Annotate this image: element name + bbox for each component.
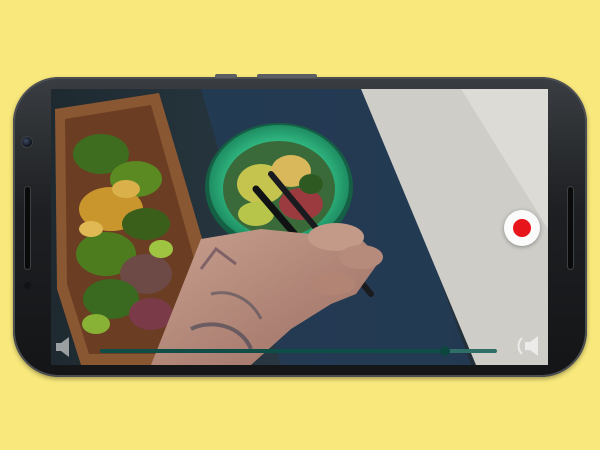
record-icon (513, 219, 531, 237)
volume-rocker (257, 74, 317, 78)
progress-fill (100, 349, 446, 353)
page-background (0, 0, 600, 450)
video-frame (51, 89, 548, 365)
video-screen[interactable] (51, 89, 548, 365)
right-speaker-grille (568, 187, 573, 269)
left-speaker-grille (25, 187, 30, 269)
video-progress-bar[interactable] (100, 346, 497, 356)
speaker-muted-icon[interactable] (516, 333, 544, 359)
record-button[interactable] (504, 210, 540, 246)
proximity-sensor (24, 282, 31, 289)
speaker-icon[interactable] (56, 336, 72, 358)
power-button (215, 74, 237, 78)
front-camera (22, 137, 32, 147)
